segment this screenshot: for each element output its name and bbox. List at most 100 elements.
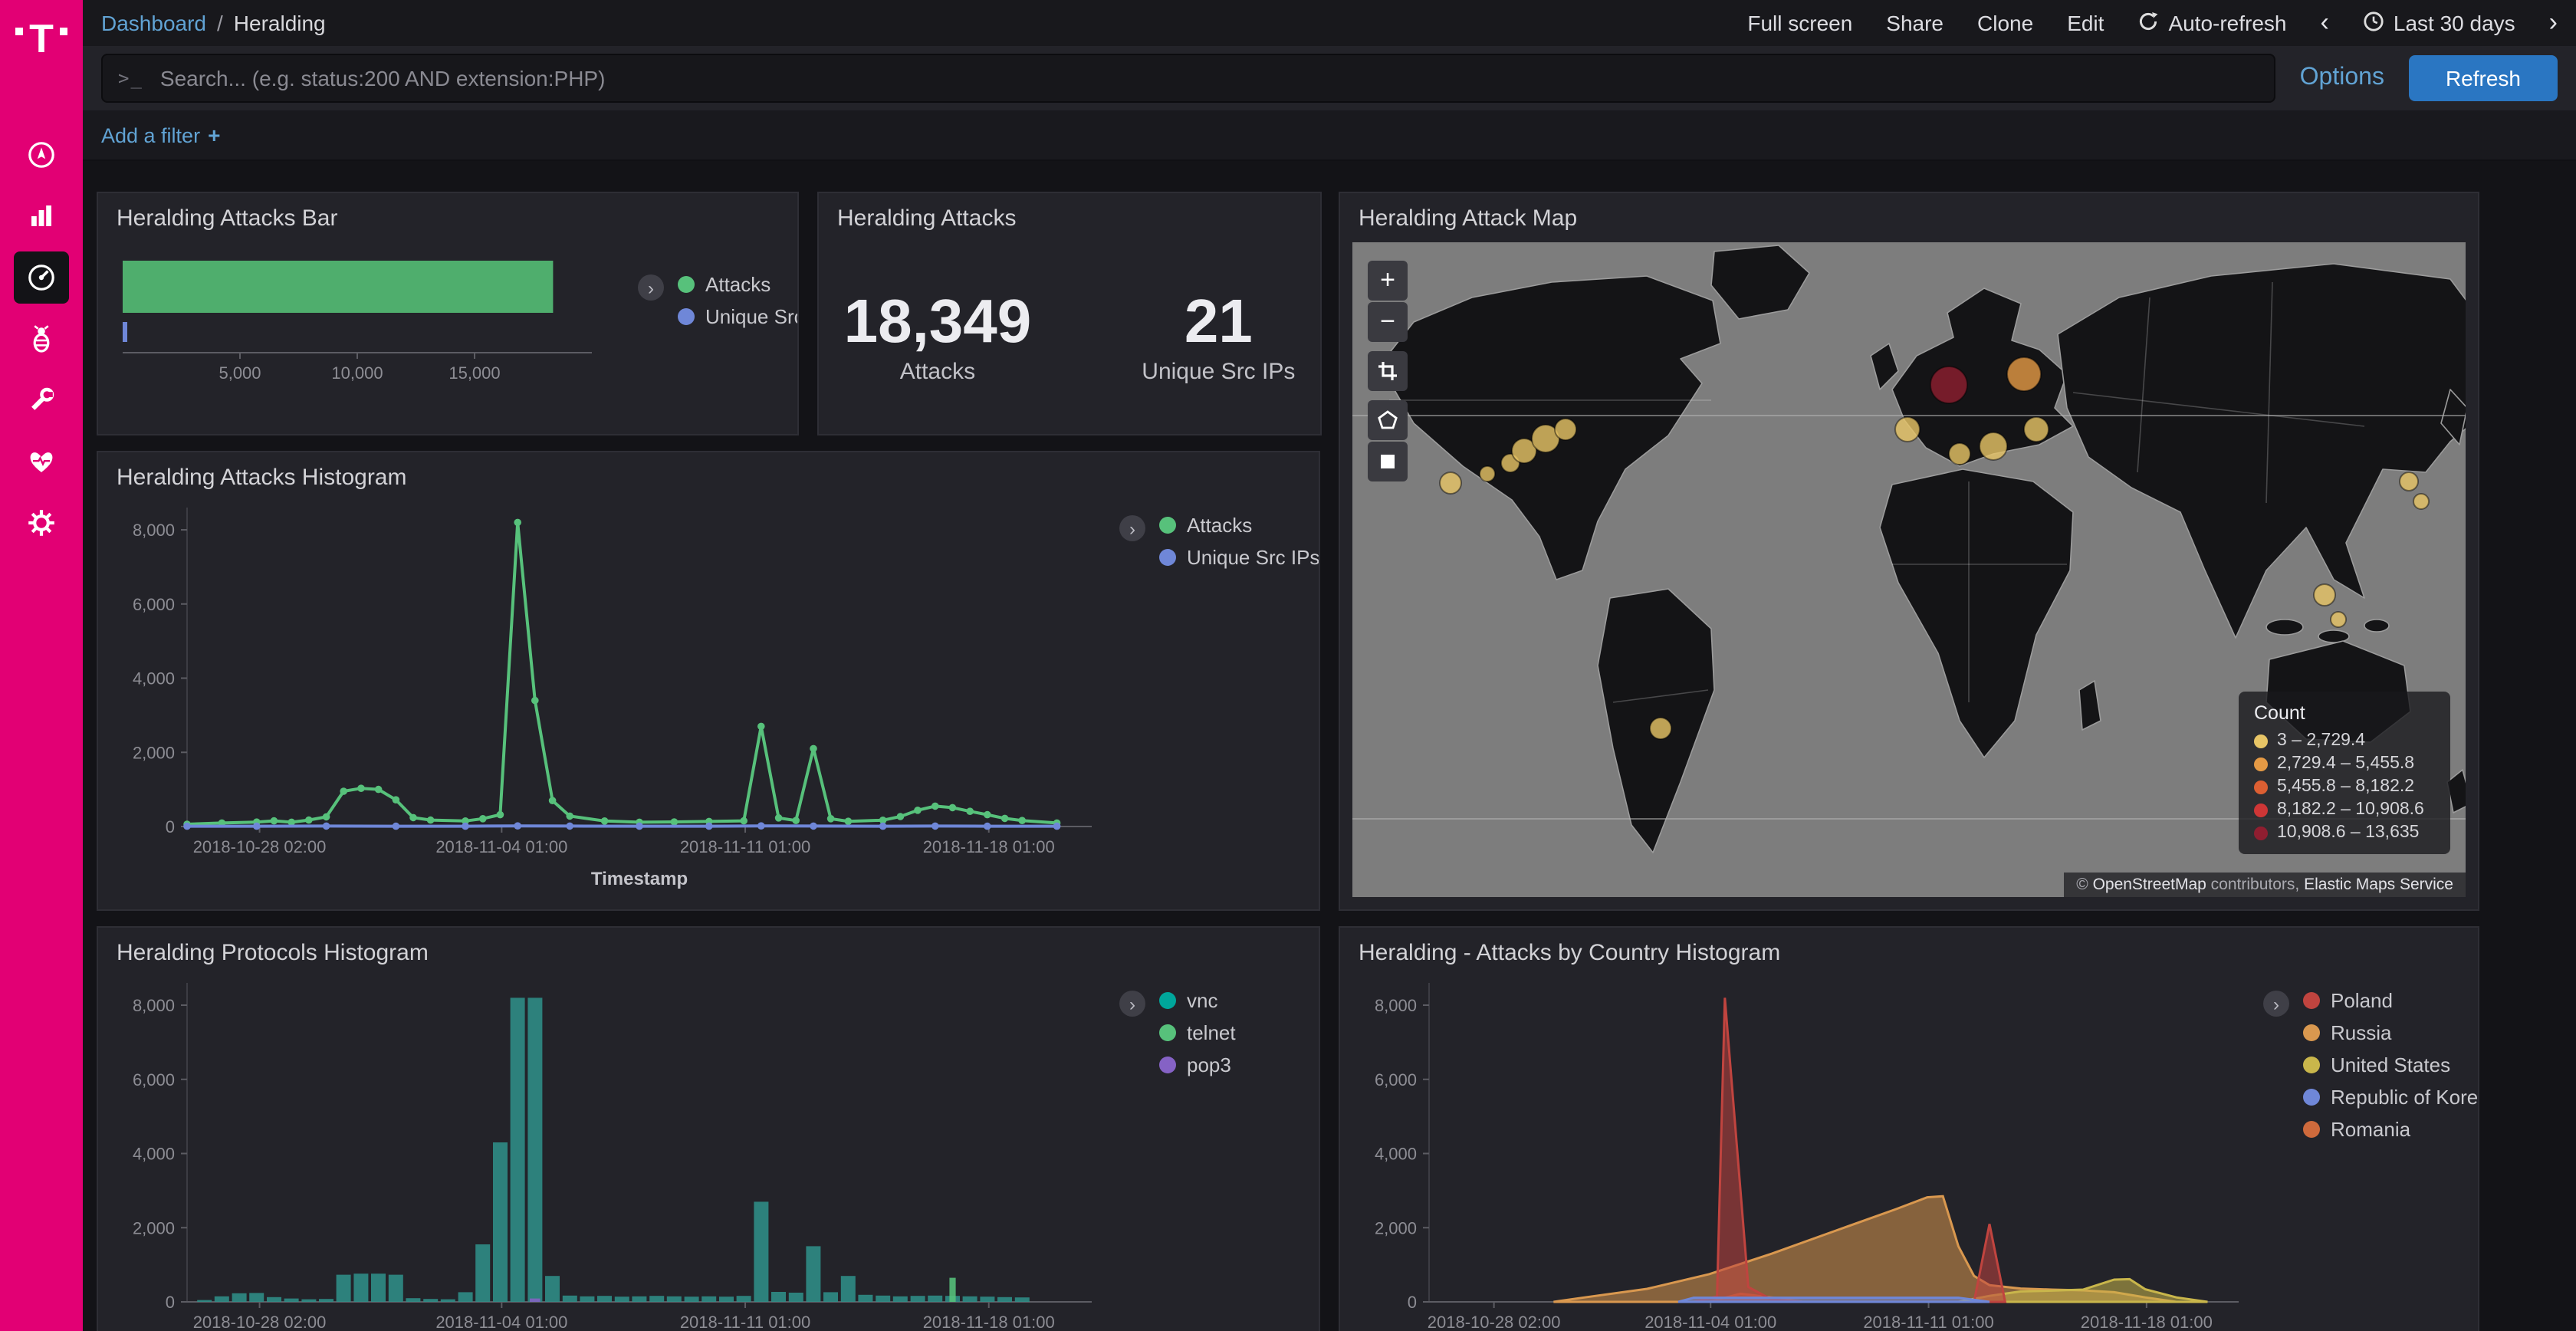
legend-item[interactable]: vnc	[1159, 989, 1236, 1012]
country-histogram-chart[interactable]: 02,0004,0006,0008,0002018-10-28 02:00201…	[1352, 968, 2251, 1331]
share-button[interactable]: Share	[1886, 11, 1944, 35]
map-legend-label: 2,729.4 – 5,455.8	[2277, 754, 2414, 773]
sidebar-item-visualize[interactable]	[14, 190, 69, 242]
top-nav-bar: Dashboard / Heralding Full screen Share …	[83, 0, 2576, 46]
legend-item[interactable]: Russia	[2303, 1021, 2479, 1044]
chart-legend: › Attacks Unique Src IPs	[638, 273, 799, 328]
protocols-histogram-chart[interactable]: 02,0004,0006,0008,0002018-10-28 02:00201…	[110, 968, 1104, 1331]
legend-color-dot	[2303, 992, 2320, 1009]
svg-text:6,000: 6,000	[133, 1070, 175, 1089]
breadcrumb-current: Heralding	[234, 11, 326, 35]
svg-text:8,000: 8,000	[133, 521, 175, 540]
attack-location-marker[interactable]	[2400, 472, 2418, 491]
kibana-dashboard-app: T	[0, 0, 2576, 1331]
attacks-bar-chart[interactable]: 5,00010,00015,000	[107, 236, 623, 426]
svg-text:6,000: 6,000	[133, 595, 175, 614]
legend-item[interactable]: Republic of Korea	[2303, 1086, 2479, 1109]
legend-label: Russia	[2331, 1021, 2392, 1044]
edit-button[interactable]: Edit	[2067, 11, 2104, 35]
elastic-maps-service-link[interactable]: Elastic Maps Service	[2304, 876, 2453, 894]
sidebar-item-devtools[interactable]	[14, 374, 69, 426]
legend-color-dot	[1159, 517, 1176, 534]
full-screen-button[interactable]: Full screen	[1747, 11, 1852, 35]
svg-text:10,000: 10,000	[331, 363, 383, 383]
query-options-link[interactable]: Options	[2300, 64, 2384, 92]
metric-label: Unique Src IPs	[1142, 359, 1295, 385]
legend-toggle-icon[interactable]: ›	[1119, 991, 1145, 1017]
panel-title: Heralding Attacks	[837, 205, 1016, 232]
telekom-logo[interactable]: T	[0, 0, 83, 117]
svg-text:5,000: 5,000	[219, 363, 261, 383]
attack-location-marker[interactable]	[2331, 612, 2346, 627]
add-filter-button[interactable]: Add a filter +	[101, 123, 220, 147]
attack-location-marker[interactable]	[1555, 419, 1576, 440]
terminal-prompt-icon: >_	[118, 67, 143, 89]
legend-toggle-icon[interactable]: ›	[638, 274, 664, 301]
panel-attacks-bar: Heralding Attacks Bar 5,00010,00015,000 …	[97, 192, 799, 435]
clone-button[interactable]: Clone	[1977, 11, 2033, 35]
search-input[interactable]	[157, 64, 2259, 92]
gear-icon	[26, 508, 57, 538]
attack-location-marker[interactable]	[2024, 417, 2049, 442]
map-legend-row: 10,908.6 – 13,635	[2254, 823, 2435, 842]
bee-icon	[26, 324, 57, 354]
legend-color-dot	[1159, 992, 1176, 1009]
legend-item[interactable]: telnet	[1159, 1021, 1236, 1044]
attack-location-marker[interactable]	[2413, 494, 2429, 509]
attack-location-marker[interactable]	[1949, 443, 1970, 465]
legend-color-dot	[2303, 1121, 2320, 1138]
zoom-in-button[interactable]: +	[1368, 261, 1408, 301]
world-map[interactable]: + − Count 3 – 2,729.42,729.4 – 5,	[1352, 242, 2466, 897]
logo-dot-left	[15, 28, 23, 35]
legend-item[interactable]: pop3	[1159, 1053, 1236, 1076]
sidebar-item-discover[interactable]	[14, 129, 69, 181]
legend-label: United States	[2331, 1053, 2450, 1076]
attribution-middle: contributors,	[2206, 876, 2304, 894]
sidebar-item-monitoring[interactable]	[14, 435, 69, 488]
time-range-picker[interactable]: Last 30 days	[2363, 10, 2515, 36]
map-legend-label: 5,455.8 – 8,182.2	[2277, 777, 2414, 796]
refresh-button[interactable]: Refresh	[2409, 55, 2558, 101]
auto-refresh-button[interactable]: Auto-refresh	[2137, 10, 2286, 36]
attack-location-marker[interactable]	[1480, 466, 1495, 481]
attack-location-marker[interactable]	[1930, 366, 1967, 403]
sidebar-item-dashboard[interactable]	[14, 251, 69, 304]
map-count-legend: Count 3 – 2,729.42,729.4 – 5,455.85,455.…	[2239, 692, 2450, 854]
legend-label: pop3	[1187, 1053, 1231, 1076]
legend-item[interactable]: Unique Src IPs	[1159, 546, 1319, 569]
fit-bounds-button[interactable]	[1368, 351, 1408, 391]
legend-toggle-icon[interactable]: ›	[2263, 991, 2289, 1017]
attacks-histogram-chart[interactable]: 02,0004,0006,0008,0002018-10-28 02:00201…	[110, 492, 1104, 897]
legend-item[interactable]: Poland	[2303, 989, 2479, 1012]
legend-label: Unique Src IPs	[705, 305, 799, 328]
map-legend-row: 2,729.4 – 5,455.8	[2254, 754, 2435, 773]
legend-color-dot	[1159, 1024, 1176, 1041]
breadcrumb-dashboard-link[interactable]: Dashboard	[101, 11, 206, 35]
zoom-out-button[interactable]: −	[1368, 302, 1408, 342]
draw-rectangle-button[interactable]	[1368, 442, 1408, 481]
legend-item[interactable]: Attacks	[1159, 514, 1319, 537]
legend-item[interactable]: United States	[2303, 1053, 2479, 1076]
search-input-box[interactable]: >_	[101, 54, 2275, 103]
time-forward-arrow[interactable]: ›	[2549, 12, 2558, 34]
attack-location-marker[interactable]	[1440, 472, 1461, 494]
attack-location-marker[interactable]	[2007, 357, 2041, 391]
attack-location-marker[interactable]	[2314, 584, 2335, 606]
legend-item[interactable]: Romania	[2303, 1118, 2479, 1141]
legend-item[interactable]: Attacks	[678, 273, 799, 296]
legend-color-dot	[2303, 1089, 2320, 1106]
attack-location-marker[interactable]	[1980, 432, 2007, 460]
draw-polygon-button[interactable]	[1368, 400, 1408, 440]
metric-value: 21	[1142, 288, 1295, 356]
time-back-arrow[interactable]: ‹	[2321, 12, 2329, 34]
svg-text:2,000: 2,000	[133, 743, 175, 762]
legend-item[interactable]: Unique Src IPs	[678, 305, 799, 328]
attack-location-marker[interactable]	[1650, 718, 1671, 739]
attack-location-marker[interactable]	[1895, 417, 1920, 442]
legend-toggle-icon[interactable]: ›	[1119, 515, 1145, 541]
sidebar-item-tpot[interactable]	[14, 313, 69, 365]
svg-text:0: 0	[166, 1293, 175, 1312]
openstreetmap-link[interactable]: OpenStreetMap	[2093, 876, 2206, 894]
chart-legend: › Poland Russia United States Republic of K…	[2263, 989, 2479, 1141]
sidebar-item-management[interactable]	[14, 497, 69, 549]
